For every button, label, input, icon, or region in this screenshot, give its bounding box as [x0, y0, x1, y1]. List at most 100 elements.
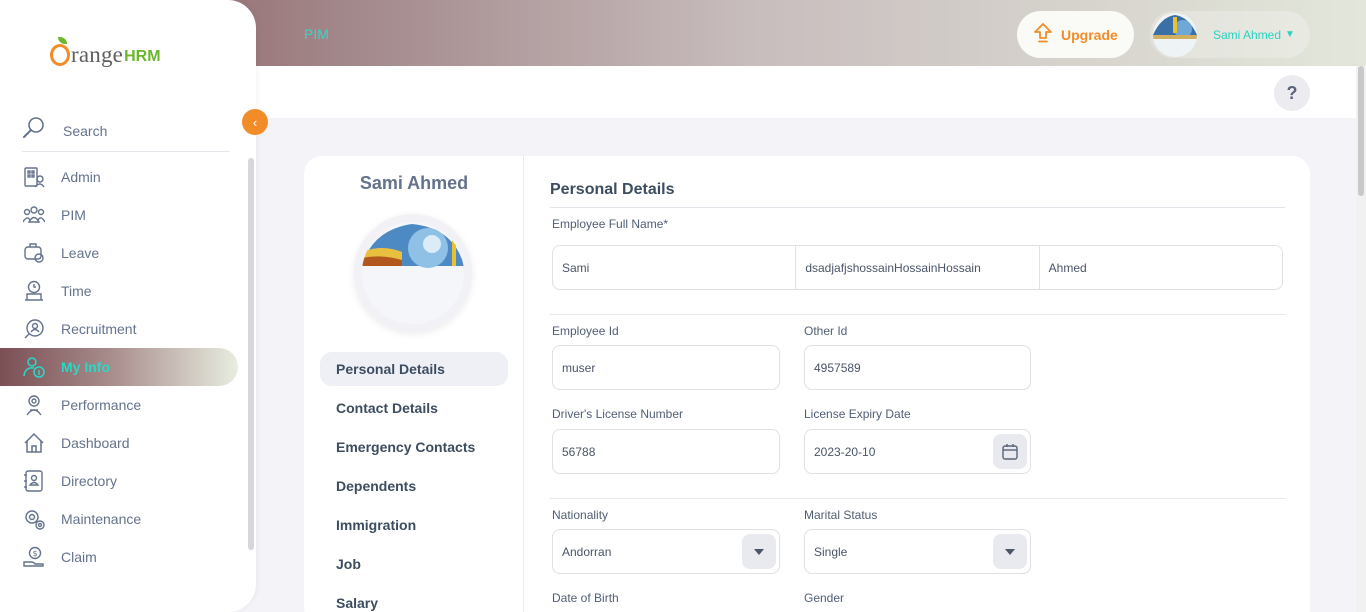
employee-id-input[interactable]: muser [552, 345, 780, 390]
tab-salary[interactable]: Salary [320, 586, 508, 612]
last-name-input[interactable]: Ahmed [1040, 246, 1282, 289]
user-name: Sami Ahmed [1213, 27, 1282, 42]
nationality-select[interactable]: Andorran [552, 529, 780, 574]
marital-status-select[interactable]: Single [804, 529, 1031, 574]
dropdown-arrow-icon[interactable] [993, 534, 1027, 569]
sidebar-item-performance[interactable]: Performance [0, 386, 238, 424]
sidebar-item-label: Directory [61, 473, 118, 489]
tab-contact-details[interactable]: Contact Details [320, 391, 508, 425]
sidebar-item-label: Performance [61, 397, 142, 413]
dob-label: Date of Birth [552, 591, 619, 605]
sidebar-item-label: Leave [61, 245, 100, 261]
expiry-label: License Expiry Date [804, 407, 911, 421]
sidebar-item-maintenance[interactable]: Maintenance [0, 500, 238, 538]
sidebar-item-pim[interactable]: PIM [0, 196, 238, 234]
sidebar-item-admin[interactable]: Admin [0, 158, 238, 196]
sidebar-menu: Admin PIM Leave Time Recruitment My Info… [0, 158, 238, 576]
page-scrollbar[interactable] [1356, 66, 1366, 612]
expiry-date-input[interactable]: 2023-20-10 [804, 429, 1031, 474]
marital-label: Marital Status [804, 508, 878, 522]
chevron-left-icon: ‹ [252, 114, 258, 130]
sidebar-item-label: Admin [61, 169, 101, 185]
divider [550, 314, 1285, 315]
first-name-input[interactable]: Sami [553, 246, 797, 289]
collapse-sidebar-button[interactable]: ‹ [242, 109, 268, 135]
sidebar-item-label: Claim [61, 549, 97, 565]
caret-down-icon: ▼ [1285, 29, 1295, 40]
sidebar-item-label: PIM [61, 207, 86, 223]
admin-icon [22, 165, 46, 189]
my-info-icon [22, 355, 46, 379]
marital-status-value: Single [814, 544, 848, 559]
directory-icon [22, 469, 46, 493]
sidebar-search[interactable]: Search [22, 110, 230, 152]
dropdown-arrow-icon[interactable] [742, 534, 776, 569]
nationality-value: Andorran [562, 544, 612, 559]
divider [550, 498, 1285, 499]
sidebar-scrollbar[interactable] [248, 158, 254, 550]
sidebar-item-label: Maintenance [61, 511, 142, 527]
dashboard-icon [22, 431, 46, 455]
full-name-group: Sami dsadjafjshossainHossainHossain Ahme… [552, 245, 1283, 290]
sidebar-item-recruitment[interactable]: Recruitment [0, 310, 238, 348]
breadcrumb: PIM [304, 26, 329, 42]
other-id-label: Other Id [804, 324, 848, 338]
sidebar-item-label: Time [61, 283, 92, 299]
pim-icon [22, 203, 46, 227]
time-icon [22, 279, 46, 303]
sidebar-item-leave[interactable]: Leave [0, 234, 238, 272]
full-name-label: Employee Full Name* [552, 217, 669, 231]
claim-icon: $ [22, 545, 46, 569]
section-title: Personal Details [550, 181, 675, 198]
leave-icon [22, 241, 46, 265]
other-id-input[interactable]: 4957589 [804, 345, 1031, 390]
upgrade-arrow-icon [1033, 22, 1053, 47]
employee-photo-image [362, 222, 464, 324]
gender-label: Gender [804, 591, 845, 605]
help-button[interactable]: ? [1274, 75, 1310, 111]
performance-icon [22, 393, 46, 417]
employee-profile-panel: Sami Ahmed Personal Details Contact Deta… [304, 156, 524, 612]
profile-tabs: Personal Details Contact Details Emergen… [320, 352, 508, 612]
search-icon [22, 116, 46, 145]
tab-dependents[interactable]: Dependents [320, 469, 508, 503]
orangehrm-logo: range HRM [50, 32, 161, 66]
sidebar-item-my-info[interactable]: My Info [0, 348, 238, 386]
upgrade-button[interactable]: Upgrade [1017, 11, 1134, 58]
calendar-icon[interactable] [993, 434, 1027, 469]
sidebar-item-label: Dashboard [61, 435, 130, 451]
employee-id-label: Employee Id [552, 324, 619, 338]
tab-emergency-contacts[interactable]: Emergency Contacts [320, 430, 508, 464]
sidebar-item-dashboard[interactable]: Dashboard [0, 424, 238, 462]
tab-job[interactable]: Job [320, 547, 508, 581]
nationality-label: Nationality [552, 508, 609, 522]
logo-text: range [71, 42, 124, 67]
divider [550, 207, 1285, 208]
sidebar-item-time[interactable]: Time [0, 272, 238, 310]
svg-text:$: $ [33, 549, 38, 558]
employee-card: Sami Ahmed Personal Details Contact Deta… [304, 156, 1310, 612]
logo-suffix: HRM [124, 48, 161, 65]
avatar [1153, 12, 1197, 57]
employee-photo[interactable] [354, 214, 472, 332]
scrollbar-thumb[interactable] [1358, 66, 1364, 196]
license-label: Driver's License Number [552, 407, 683, 421]
license-input[interactable]: 56788 [552, 429, 780, 474]
logo-o-mark [50, 37, 70, 66]
recruitment-icon [22, 317, 46, 341]
employee-name: Sami Ahmed [359, 173, 469, 193]
search-label: Search [63, 122, 108, 139]
sidebar-item-label: My Info [61, 359, 110, 375]
tab-personal-details[interactable]: Personal Details [320, 352, 508, 386]
help-label: ? [1286, 82, 1298, 103]
upgrade-label: Upgrade [1061, 26, 1118, 43]
user-dropdown[interactable]: Sami Ahmed ▼ [1150, 11, 1310, 58]
tab-immigration[interactable]: Immigration [320, 508, 508, 542]
sidebar-item-label: Recruitment [61, 321, 137, 337]
middle-name-input[interactable]: dsadjafjshossainHossainHossain [796, 246, 1040, 289]
sidebar-item-claim[interactable]: $ Claim [0, 538, 238, 576]
maintenance-icon [22, 507, 46, 531]
expiry-date-value: 2023-20-10 [814, 444, 876, 459]
sidebar-item-directory[interactable]: Directory [0, 462, 238, 500]
sidebar: range HRM Search Admin PIM Leave Time Re… [0, 0, 256, 612]
